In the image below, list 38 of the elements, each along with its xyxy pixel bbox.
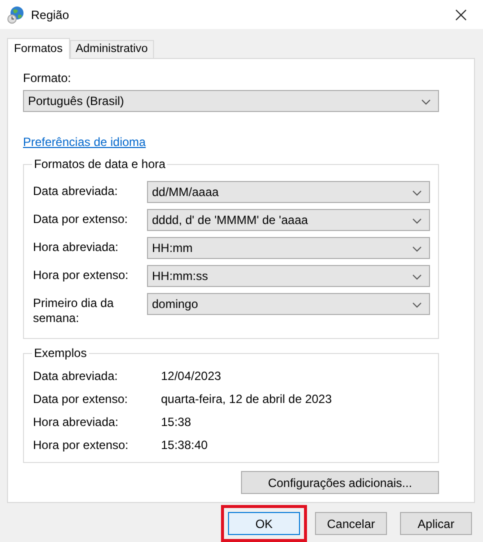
- tab[interactable]: Administrativo: [70, 40, 154, 58]
- format-dropdown[interactable]: HH:mm:ss: [147, 265, 430, 287]
- example-value: quarta-feira, 12 de abril de 2023: [161, 392, 332, 406]
- chevron-down-icon: [412, 218, 422, 224]
- example-value: 15:38:40: [161, 438, 208, 452]
- chevron-down-icon: [412, 302, 422, 308]
- group-title: Exemplos: [32, 346, 89, 360]
- field-label: Data por extenso:: [33, 211, 129, 227]
- field-label: Hora por extenso:: [33, 267, 130, 283]
- field-label: Data abreviada:: [33, 183, 119, 199]
- tab[interactable]: Formatos: [7, 38, 70, 59]
- example-label: Data por extenso:: [33, 392, 129, 406]
- chevron-down-icon: [412, 274, 422, 280]
- additional-settings-button[interactable]: Configurações adicionais...: [241, 471, 439, 494]
- example-label: Hora abreviada:: [33, 414, 120, 428]
- globe-icon: [7, 6, 25, 24]
- chevron-down-icon: [421, 99, 431, 105]
- field-label: Hora abreviada:: [33, 239, 120, 255]
- dialog-button[interactable]: Cancelar: [315, 512, 387, 535]
- example-label: Hora por extenso:: [33, 438, 130, 452]
- format-dropdown[interactable]: dddd, d' de 'MMMM' de 'aaaa: [147, 209, 430, 231]
- close-icon[interactable]: [455, 8, 467, 20]
- example-value: 15:38: [161, 414, 192, 428]
- language-preferences-link[interactable]: Preferências de idioma: [23, 135, 146, 149]
- dialog-button[interactable]: OK: [228, 512, 300, 535]
- example-value: 12/04/2023: [161, 368, 222, 382]
- format-dropdown[interactable]: dd/MM/aaaa: [147, 181, 430, 203]
- format-dropdown[interactable]: HH:mm: [147, 237, 430, 259]
- field-label: Primeiro dia da semana:: [33, 295, 115, 326]
- example-label: Data abreviada:: [33, 368, 119, 382]
- group-title: Formatos de data e hora: [32, 157, 168, 171]
- window-title: Região: [31, 8, 70, 22]
- format-label: Formato:: [23, 71, 72, 85]
- dialog-button[interactable]: Aplicar: [400, 512, 472, 535]
- format-dropdown[interactable]: domingo: [147, 293, 430, 315]
- chevron-down-icon: [412, 190, 422, 196]
- chevron-down-icon: [412, 246, 422, 252]
- format-dropdown[interactable]: Português (Brasil): [23, 90, 439, 112]
